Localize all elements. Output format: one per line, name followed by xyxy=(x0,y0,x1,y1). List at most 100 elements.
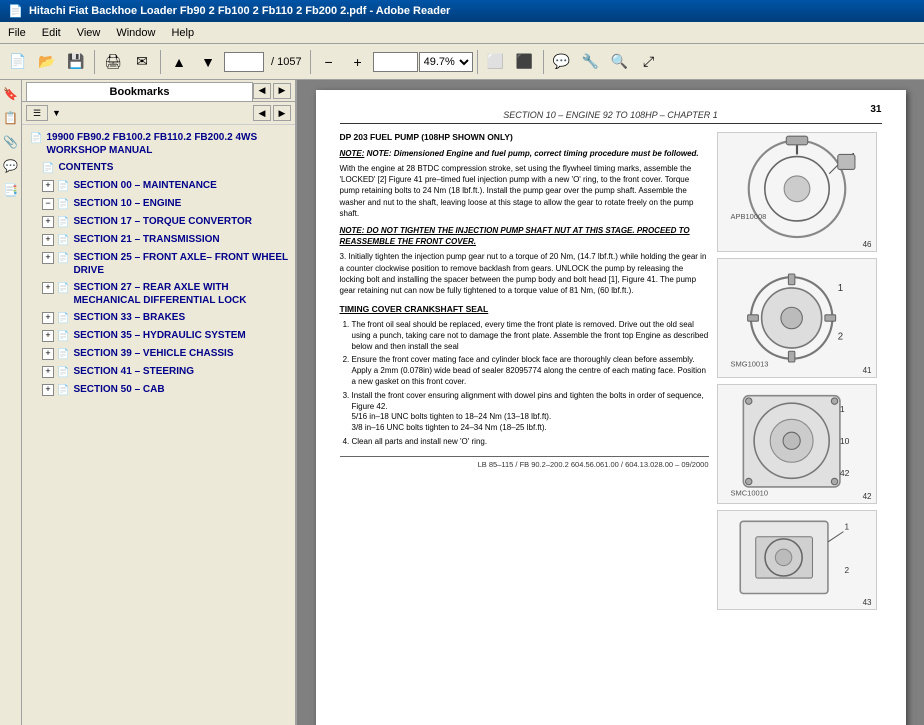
expand-section17[interactable]: + xyxy=(42,216,54,228)
pdf-figure-1: 1 APB10008 46 xyxy=(717,132,877,252)
comments-icon[interactable]: 💬 xyxy=(1,156,21,176)
bookmark-contents-icon: 📄 xyxy=(42,162,54,175)
menu-view[interactable]: View xyxy=(69,25,109,41)
bookmarks-tab[interactable]: Bookmarks xyxy=(26,82,253,101)
email-button[interactable]: ✉ xyxy=(128,48,156,76)
bookmark-contents[interactable]: 📄 CONTENTS xyxy=(22,159,295,177)
bookmark-page-icon: 📄 xyxy=(30,132,42,145)
bookmark-main-title[interactable]: 📄 19900 FB90.2 FB100.2 FB110.2 FB200.2 4… xyxy=(22,129,295,159)
panel-view-label: ▼ xyxy=(52,108,61,118)
page-total: / 1057 xyxy=(267,56,306,68)
expand-section33[interactable]: + xyxy=(42,312,54,324)
bookmark-section39[interactable]: + 📄 SECTION 39 – VEHICLE CHASSIS xyxy=(22,345,295,363)
bookmark-section25[interactable]: + 📄 SECTION 25 – FRONT AXLE– FRONT WHEEL… xyxy=(22,249,295,279)
attachments-icon[interactable]: 📎 xyxy=(1,132,21,152)
expand-section00[interactable]: + xyxy=(42,180,54,192)
svg-text:1: 1 xyxy=(837,283,842,294)
search-button[interactable]: 🔍 xyxy=(606,48,634,76)
fig-label-2: 41 xyxy=(863,366,872,375)
bookmark-section25-icon: 📄 xyxy=(57,252,69,265)
menu-window[interactable]: Window xyxy=(108,25,163,41)
main-area: 🔖 📋 📎 💬 📑 Bookmarks ◀ ▶ ☰ ▼ ◀ ▶ xyxy=(0,80,924,725)
bookmarks-icon[interactable]: 🔖 xyxy=(1,84,21,104)
svg-text:10: 10 xyxy=(839,436,849,446)
menu-edit[interactable]: Edit xyxy=(34,25,69,41)
expand-section41[interactable]: + xyxy=(42,366,54,378)
page-input[interactable]: 108 xyxy=(224,52,264,72)
layers-icon[interactable]: 📑 xyxy=(1,180,21,200)
bookmark-section35-text: SECTION 35 – HYDRAULIC SYSTEM xyxy=(73,329,245,342)
collapse-panel-button[interactable]: ◀ xyxy=(253,83,271,99)
menu-help[interactable]: Help xyxy=(163,25,202,41)
pages-icon[interactable]: 📋 xyxy=(1,108,21,128)
figure-1-svg: 1 APB10008 xyxy=(718,133,876,251)
bookmark-section33-icon: 📄 xyxy=(57,312,69,325)
expand-section27[interactable]: + xyxy=(42,282,54,294)
fig-label-1: 46 xyxy=(863,240,872,249)
bookmark-section39-text: SECTION 39 – VEHICLE CHASSIS xyxy=(73,347,233,360)
open-button[interactable]: 📂 xyxy=(33,48,61,76)
bookmark-section21-icon: 📄 xyxy=(57,234,69,247)
zoom-in-button[interactable]: + xyxy=(344,48,372,76)
figure-4-svg: 1 2 xyxy=(718,511,876,609)
bookmark-section41-text: SECTION 41 – STEERING xyxy=(73,365,194,378)
print-button[interactable]: 🖨 xyxy=(99,48,127,76)
comment-button[interactable]: 💬 xyxy=(548,48,576,76)
fit-page-button[interactable]: ⬜ xyxy=(482,48,510,76)
bookmark-section10[interactable]: − 📄 SECTION 10 – ENGINE xyxy=(22,195,295,213)
bookmark-section21-text: SECTION 21 – TRANSMISSION xyxy=(73,233,219,246)
pdf-page: SECTION 10 – ENGINE 92 TO 108HP – CHAPTE… xyxy=(316,90,906,725)
toolbar: 📄 📂 💾 🖨 ✉ ▲ ▼ 108 / 1057 − + 49.7% 49.7%… xyxy=(0,44,924,80)
svg-text:SMC10010: SMC10010 xyxy=(730,488,768,497)
bookmark-section00[interactable]: + 📄 SECTION 00 – MAINTENANCE xyxy=(22,177,295,195)
next-page-button[interactable]: ▼ xyxy=(194,48,222,76)
bookmark-section17[interactable]: + 📄 SECTION 17 – TORQUE CONVERTOR xyxy=(22,213,295,231)
expand-section21[interactable]: + xyxy=(42,234,54,246)
side-icons: 🔖 📋 📎 💬 📑 xyxy=(0,80,22,725)
pdf-footer: LB 85–115 / FB 90.2–200.2 604.56.061.00 … xyxy=(340,456,709,471)
pdf-text-column: DP 203 FUEL PUMP (108HP SHOWN ONLY) NOTE… xyxy=(340,132,709,610)
panel-back-button[interactable]: ◀ xyxy=(253,105,271,121)
panel-forward-button[interactable]: ▶ xyxy=(273,105,291,121)
zoom-input[interactable]: 49.7% xyxy=(373,52,418,72)
bookmark-section50-icon: 📄 xyxy=(57,384,69,397)
bookmarks-tree[interactable]: 📄 19900 FB90.2 FB100.2 FB110.2 FB200.2 4… xyxy=(22,125,295,725)
fit-width-button[interactable]: ⬛ xyxy=(511,48,539,76)
zoom-dropdown[interactable]: 49.7%50%75%100%150% xyxy=(419,52,473,72)
timing-list: The front oil seal should be replaced, e… xyxy=(352,320,709,448)
pdf-page-number: 31 xyxy=(870,104,881,115)
expand-section10[interactable]: − xyxy=(42,198,54,210)
expand-section25[interactable]: + xyxy=(42,252,54,264)
figure-2-svg: 1 2 SMG10013 xyxy=(718,259,876,377)
bookmark-section17-text: SECTION 17 – TORQUE CONVERTOR xyxy=(73,215,252,228)
bookmark-section27[interactable]: + 📄 SECTION 27 – REAR AXLE WITH MECHANIC… xyxy=(22,279,295,309)
timing-item-2: Ensure the front cover mating face and c… xyxy=(352,355,709,387)
para-tighten: 3. Initially tighten the injection pump … xyxy=(340,251,709,296)
expand-panel-button[interactable]: ▶ xyxy=(273,83,291,99)
panel-tabs: Bookmarks ◀ ▶ xyxy=(22,80,295,102)
svg-text:1: 1 xyxy=(844,523,849,532)
panel-options-button[interactable]: ☰ xyxy=(26,105,48,121)
bookmark-section35-icon: 📄 xyxy=(57,330,69,343)
prev-page-button[interactable]: ▲ xyxy=(165,48,193,76)
left-panel: Bookmarks ◀ ▶ ☰ ▼ ◀ ▶ 📄 19900 FB90.2 FB1 xyxy=(22,80,297,725)
menu-bar: File Edit View Window Help xyxy=(0,22,924,44)
new-button[interactable]: 📄 xyxy=(4,48,32,76)
bookmark-section41[interactable]: + 📄 SECTION 41 – STEERING xyxy=(22,363,295,381)
zoom-out-button[interactable]: − xyxy=(315,48,343,76)
save-button[interactable]: 💾 xyxy=(62,48,90,76)
figure-3-svg: 1 10 42 SMC10010 xyxy=(718,385,876,503)
menu-file[interactable]: File xyxy=(0,25,34,41)
bookmark-section27-icon: 📄 xyxy=(57,282,69,295)
bookmark-section50[interactable]: + 📄 SECTION 50 – CAB xyxy=(22,381,295,399)
bookmark-section21[interactable]: + 📄 SECTION 21 – TRANSMISSION xyxy=(22,231,295,249)
tools-button[interactable]: 🔧 xyxy=(577,48,605,76)
expand-section35[interactable]: + xyxy=(42,330,54,342)
expand-section50[interactable]: + xyxy=(42,384,54,396)
expand-section39[interactable]: + xyxy=(42,348,54,360)
pdf-area[interactable]: SECTION 10 – ENGINE 92 TO 108HP – CHAPTE… xyxy=(297,80,924,725)
title-bar: 📄 Hitachi Fiat Backhoe Loader Fb90 2 Fb1… xyxy=(0,0,924,22)
fullscreen-button[interactable]: ⤢ xyxy=(635,48,663,76)
bookmark-section33[interactable]: + 📄 SECTION 33 – BRAKES xyxy=(22,309,295,327)
bookmark-section35[interactable]: + 📄 SECTION 35 – HYDRAULIC SYSTEM xyxy=(22,327,295,345)
